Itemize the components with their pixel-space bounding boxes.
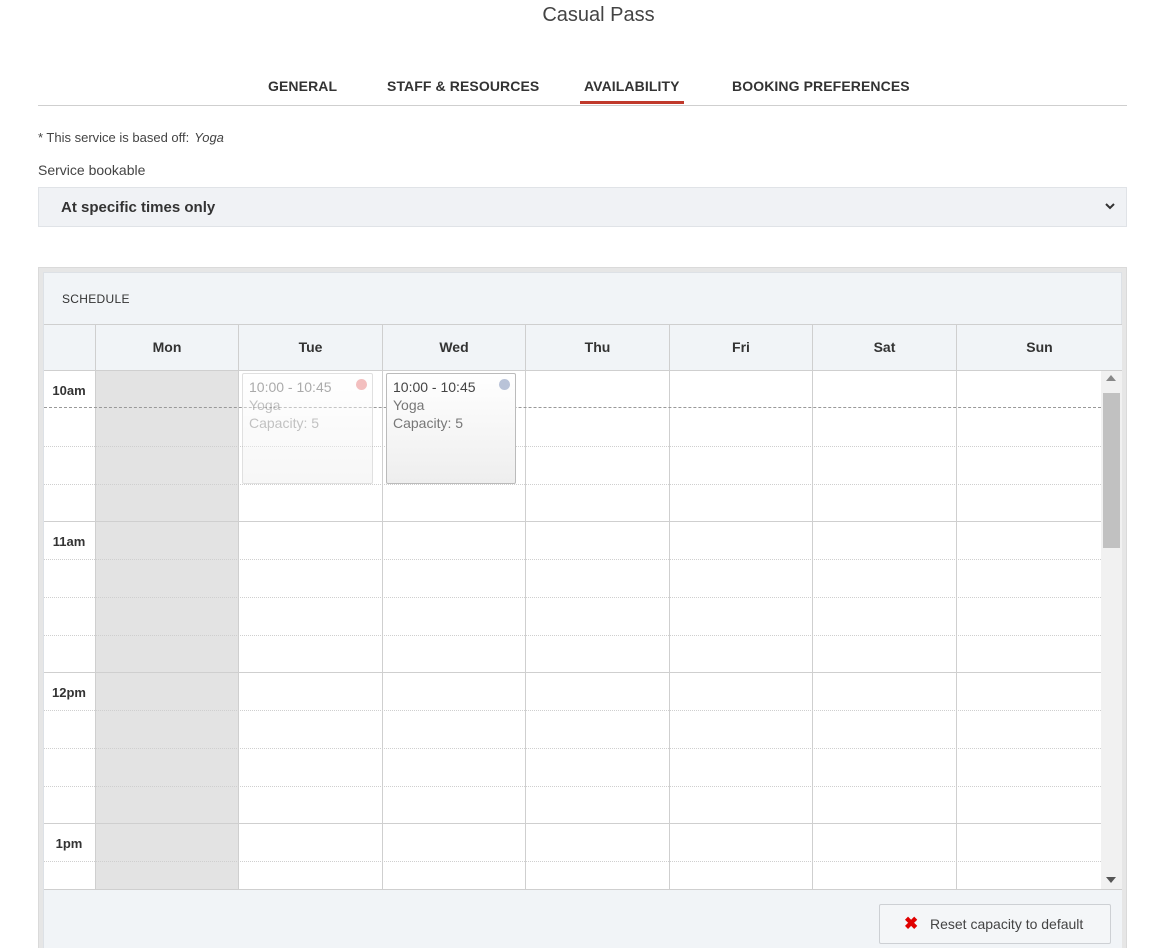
scroll-down-arrow-icon[interactable] [1106,877,1116,883]
schedule-container: SCHEDULE Mon Tue Wed Thu Fri Sat Sun 10a… [38,267,1127,948]
grid-line [44,710,1101,711]
day-column-sat[interactable] [812,371,956,889]
grid-line [44,748,1101,749]
day-header-mon: Mon [95,325,238,371]
grid-line [44,597,1101,598]
event-wed-yoga[interactable]: 10:00 - 10:45 Yoga Capacity: 5 [386,373,516,484]
tab-general[interactable]: GENERAL [264,78,341,104]
day-header-fri: Fri [669,325,812,371]
based-off-prefix: * This service is based off: [38,130,190,145]
tab-booking-preferences[interactable]: BOOKING PREFERENCES [728,78,914,104]
tab-bar: GENERAL STAFF & RESOURCES AVAILABILITY B… [38,76,1127,106]
day-column-sun[interactable] [956,371,1101,889]
event-status-dot [356,379,367,390]
grid-line [44,786,1101,787]
calendar-scrollbar[interactable] [1101,371,1122,889]
service-bookable-value: At specific times only [61,199,216,216]
grid-line [44,446,1101,447]
service-bookable-select[interactable]: At specific times only [38,187,1127,227]
reset-capacity-label: Reset capacity to default [930,916,1084,932]
day-header-thu: Thu [525,325,669,371]
calendar-grid[interactable]: 10am 11am 12pm 1pm 10:00 - 10:45 Yoga Ca… [44,371,1122,889]
reset-capacity-button[interactable]: ✖ Reset capacity to default [879,904,1111,944]
time-label-1pm: 1pm [55,836,83,851]
event-tue-yoga[interactable]: 10:00 - 10:45 Yoga Capacity: 5 [242,373,373,484]
event-status-dot [499,379,510,390]
time-label-12pm: 12pm [52,685,86,700]
event-capacity: Capacity: 5 [249,415,320,431]
grid-line [44,521,1101,522]
event-capacity: Capacity: 5 [393,415,464,431]
based-off-service: Yoga [194,130,224,145]
time-label-10am: 10am [52,383,86,398]
schedule-panel: SCHEDULE Mon Tue Wed Thu Fri Sat Sun 10a… [43,272,1122,948]
grid-line [44,635,1101,636]
schedule-footer: ✖ Reset capacity to default [44,889,1122,948]
page-title: Casual Pass [542,4,655,26]
event-time: 10:00 - 10:45 [249,379,332,395]
schedule-heading: SCHEDULE [62,292,130,306]
day-header-wed: Wed [382,325,525,371]
day-column-mon [95,371,238,889]
time-gutter: 10am 11am 12pm 1pm [44,371,95,889]
chevron-down-icon [1105,203,1115,210]
event-time: 10:00 - 10:45 [393,379,476,395]
current-time-line [44,407,1101,408]
grid-line [44,559,1101,560]
scroll-up-arrow-icon[interactable] [1106,375,1116,381]
calendar-header: Mon Tue Wed Thu Fri Sat Sun [44,324,1122,371]
close-icon: ✖ [904,914,919,933]
day-header-tue: Tue [238,325,382,371]
grid-line [44,484,1101,485]
day-header-sat: Sat [812,325,956,371]
event-name: Yoga [249,397,281,413]
service-bookable-label: Service bookable [38,162,146,178]
scroll-thumb[interactable] [1103,393,1120,548]
event-name: Yoga [393,397,425,413]
grid-line [44,823,1101,824]
time-label-11am: 11am [52,534,86,549]
based-off-note: * This service is based off: Yoga [38,130,224,145]
tab-availability[interactable]: AVAILABILITY [580,78,684,104]
day-column-fri[interactable] [669,371,812,889]
day-column-thu[interactable] [525,371,669,889]
grid-line [44,672,1101,673]
tab-staff-resources[interactable]: STAFF & RESOURCES [383,78,543,104]
grid-line [44,861,1101,862]
day-header-sun: Sun [956,325,1122,371]
